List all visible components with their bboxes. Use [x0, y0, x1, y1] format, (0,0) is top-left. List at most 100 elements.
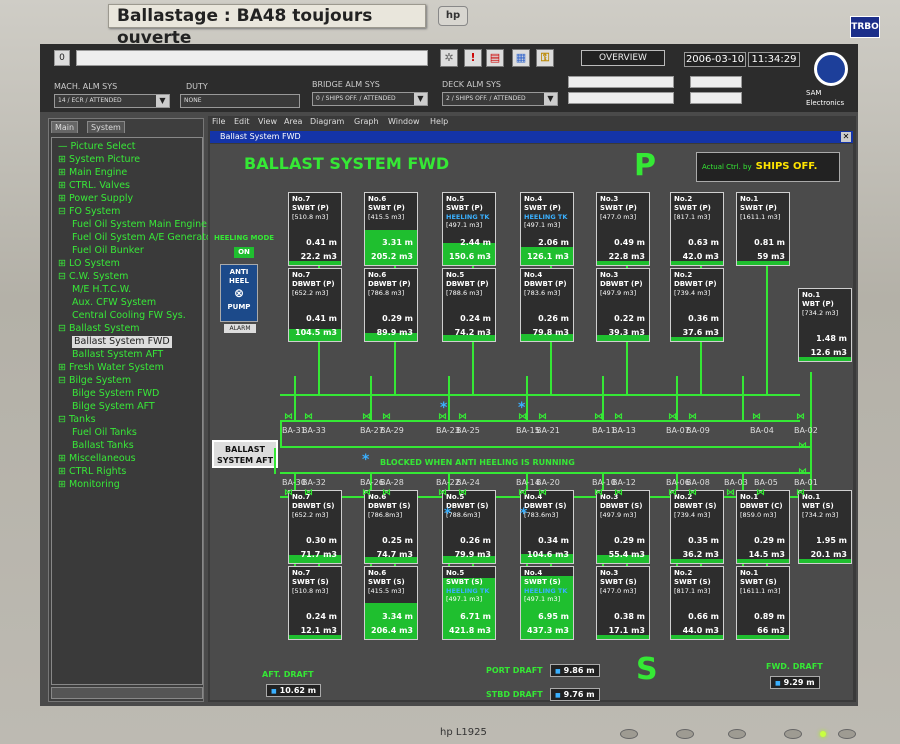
tree-item[interactable]: Ballast System AFT: [72, 349, 163, 361]
tree-item[interactable]: Fuel Oil Bunker: [72, 245, 144, 257]
valve-icon[interactable]: ⋈: [538, 413, 547, 422]
tree-item[interactable]: ⊞ Fresh Water System: [58, 362, 164, 374]
document-icon[interactable]: ▤: [486, 49, 504, 67]
tree-expander-icon[interactable]: ⊞: [58, 154, 66, 165]
tree-expander-icon[interactable]: ⊟: [58, 323, 66, 334]
valve-icon[interactable]: ⋈: [458, 413, 467, 422]
tree-item[interactable]: Fuel Oil Tanks: [72, 427, 137, 439]
tree-expander-icon[interactable]: ⊞: [58, 362, 66, 373]
valve-icon[interactable]: ⋈: [688, 413, 697, 422]
ballast-tank[interactable]: No.7 SWBT (P) [510.8 m3] 0.41 m 22.2 m3: [288, 192, 342, 266]
monitor-button[interactable]: [676, 729, 694, 739]
tree-item[interactable]: Central Cooling FW Sys.: [72, 310, 186, 322]
tree-item[interactable]: ⊞ CTRL. Valves: [58, 180, 130, 192]
tree-item[interactable]: Fuel Oil System A/E Generator: [72, 232, 216, 244]
valve-icon[interactable]: ⋈: [798, 468, 807, 477]
valve-icon[interactable]: ⋈: [362, 413, 371, 422]
tree-item[interactable]: ⊞ Miscellaneous: [58, 453, 136, 465]
valve-icon[interactable]: ⋈: [688, 489, 697, 498]
tree-item[interactable]: Ballast Tanks: [72, 440, 134, 452]
valve-icon[interactable]: ⋈: [284, 489, 293, 498]
tree-expander-icon[interactable]: —: [58, 141, 68, 152]
tree-expander-icon[interactable]: ⊟: [58, 375, 66, 386]
tree-item[interactable]: Fuel Oil System Main Engine: [72, 219, 207, 231]
mach-alm-sys-dropdown[interactable]: 14 / ECR / ATTENDED ▼: [54, 94, 170, 108]
menu-item[interactable]: View: [258, 117, 277, 126]
valve-icon[interactable]: ⋈: [518, 489, 527, 498]
valve-icon[interactable]: ⋈: [798, 442, 807, 451]
monitor-button[interactable]: [728, 729, 746, 739]
valve-icon[interactable]: ⋈: [304, 413, 313, 422]
tree-item[interactable]: — Picture Select: [58, 141, 136, 153]
heeling-mode-status[interactable]: ON: [234, 247, 254, 258]
tree-expander-icon[interactable]: ⊞: [58, 167, 66, 178]
monitor-button[interactable]: [620, 729, 638, 739]
ballast-tank[interactable]: No.6 SWBT (S) [415.5 m3] 3.34 m 206.4 m3: [364, 566, 418, 640]
ballast-tank[interactable]: No.1 WBT (P) [734.2 m3] 1.48 m 12.6 m3: [798, 288, 852, 362]
ballast-tank[interactable]: No.3 DBWBT (P) [497.9 m3] 0.22 m 39.3 m3: [596, 268, 650, 342]
tree-item[interactable]: M/E H.T.C.W.: [72, 284, 131, 296]
tree-item[interactable]: ⊞ LO System: [58, 258, 120, 270]
ballast-tank[interactable]: No.4 DBWBT (P) [783.6 m3] 0.26 m 79.8 m3: [520, 268, 574, 342]
tree-item[interactable]: ⊟ Tanks: [58, 414, 96, 426]
alarm-message-field[interactable]: [76, 50, 428, 66]
ballast-tank[interactable]: No.3 DBWBT (S) [497.9 m3] 0.29 m 55.4 m3: [596, 490, 650, 564]
ballast-tank[interactable]: No.7 SWBT (S) [510.8 m3] 0.24 m 12.1 m3: [288, 566, 342, 640]
valve-icon[interactable]: ⋈: [796, 413, 805, 422]
tab-system[interactable]: System: [87, 121, 125, 133]
anti-heel-pump[interactable]: ANTI HEEL ⊗ PUMP: [220, 264, 258, 322]
tree-expander-icon[interactable]: ⊞: [58, 180, 66, 191]
tree-item[interactable]: ⊟ Bilge System: [58, 375, 131, 387]
valve-icon[interactable]: ⋈: [668, 413, 677, 422]
valve-icon[interactable]: ⋈: [594, 489, 603, 498]
ballast-tank[interactable]: No.5 SWBT (S) HEELING TK [497.1 m3] 6.71 m 42…: [442, 566, 496, 640]
valve-icon[interactable]: ⋈: [756, 489, 765, 498]
valve-icon[interactable]: ⋈: [538, 489, 547, 498]
valve-icon[interactable]: ⋈: [796, 489, 805, 498]
tree-item[interactable]: ⊟ Ballast System: [58, 323, 140, 335]
ballast-tank[interactable]: No.2 SWBT (S) [817.1 m3] 0.66 m 44.0 m3: [670, 566, 724, 640]
ballast-system-aft-button[interactable]: BALLAST SYSTEM AFT: [212, 440, 278, 468]
tree-item[interactable]: ⊞ System Picture: [58, 154, 140, 166]
ballast-tank[interactable]: No.2 SWBT (P) [817.1 m3] 0.63 m 42.0 m3: [670, 192, 724, 266]
valve-icon[interactable]: ⋈: [458, 489, 467, 498]
valve-icon[interactable]: ⋈: [438, 489, 447, 498]
ballast-tank[interactable]: No.4 DBWBT (S) [783.6m3] 0.34 m 104.6 m3: [520, 490, 574, 564]
ballast-tank[interactable]: No.3 SWBT (S) [477.0 m3] 0.38 m 17.1 m3: [596, 566, 650, 640]
menu-item[interactable]: Window: [388, 117, 420, 126]
tree-expander-icon[interactable]: ⊞: [58, 453, 66, 464]
power-button[interactable]: [838, 729, 856, 739]
tree-item[interactable]: ⊞ CTRL Rights: [58, 466, 126, 478]
menu-item[interactable]: Edit: [234, 117, 250, 126]
valve-icon[interactable]: ⋈: [382, 413, 391, 422]
alarm-count[interactable]: 0: [54, 50, 70, 66]
ballast-tank[interactable]: No.3 SWBT (P) [477.0 m3] 0.49 m 22.8 m3: [596, 192, 650, 266]
ballast-tank[interactable]: No.7 DBWBT (S) [652.2 m3] 0.30 m 71.7 m3: [288, 490, 342, 564]
valve-icon[interactable]: ⋈: [362, 489, 371, 498]
ballast-tank[interactable]: No.1 DBWBT (C) [859.0 m3] 0.29 m 14.5 m3: [736, 490, 790, 564]
tree-item[interactable]: Aux. CFW System: [72, 297, 156, 309]
ballast-tank[interactable]: No.6 DBWBT (P) [786.8 m3] 0.29 m 89.9 m3: [364, 268, 418, 342]
ballast-tank[interactable]: No.5 SWBT (P) HEELING TK [497.1 m3] 2.44 m 15…: [442, 192, 496, 266]
valve-icon[interactable]: ⋈: [594, 413, 603, 422]
tree-item[interactable]: ⊟ FO System: [58, 206, 120, 218]
ballast-tank[interactable]: No.2 DBWBT (S) [739.4 m3] 0.35 m 36.2 m3: [670, 490, 724, 564]
overview-button[interactable]: OVERVIEW: [581, 50, 665, 66]
tree-expander-icon[interactable]: ⊟: [58, 414, 66, 425]
close-icon[interactable]: ✕: [841, 132, 851, 142]
horizontal-scrollbar[interactable]: [51, 687, 203, 699]
ballast-tank[interactable]: No.6 DBWBT (S) [786.8m3] 0.25 m 74.7 m3: [364, 490, 418, 564]
tree-item[interactable]: ⊞ Monitoring: [58, 479, 120, 491]
menu-item[interactable]: Diagram: [310, 117, 344, 126]
valve-icon[interactable]: ⋈: [382, 489, 391, 498]
deck-alm-sys-dropdown[interactable]: 2 / SHIPS OFF. / ATTENDED ▼: [442, 92, 558, 106]
tree-item[interactable]: Bilge System FWD: [72, 388, 159, 400]
ballast-tank[interactable]: No.5 DBWBT (S) [788.6m3] 0.26 m 79.9 m3: [442, 490, 496, 564]
valve-icon[interactable]: ⋈: [752, 413, 761, 422]
list-icon[interactable]: ▦: [512, 49, 530, 67]
tree-item[interactable]: ⊞ Main Engine: [58, 167, 127, 179]
valve-icon[interactable]: ⋈: [668, 489, 677, 498]
tree-expander-icon[interactable]: ⊞: [58, 193, 66, 204]
ballast-tank[interactable]: No.5 DBWBT (P) [788.6 m3] 0.24 m 74.2 m3: [442, 268, 496, 342]
ballast-tank[interactable]: No.1 SWBT (S) [1611.1 m3] 0.89 m 66 m3: [736, 566, 790, 640]
